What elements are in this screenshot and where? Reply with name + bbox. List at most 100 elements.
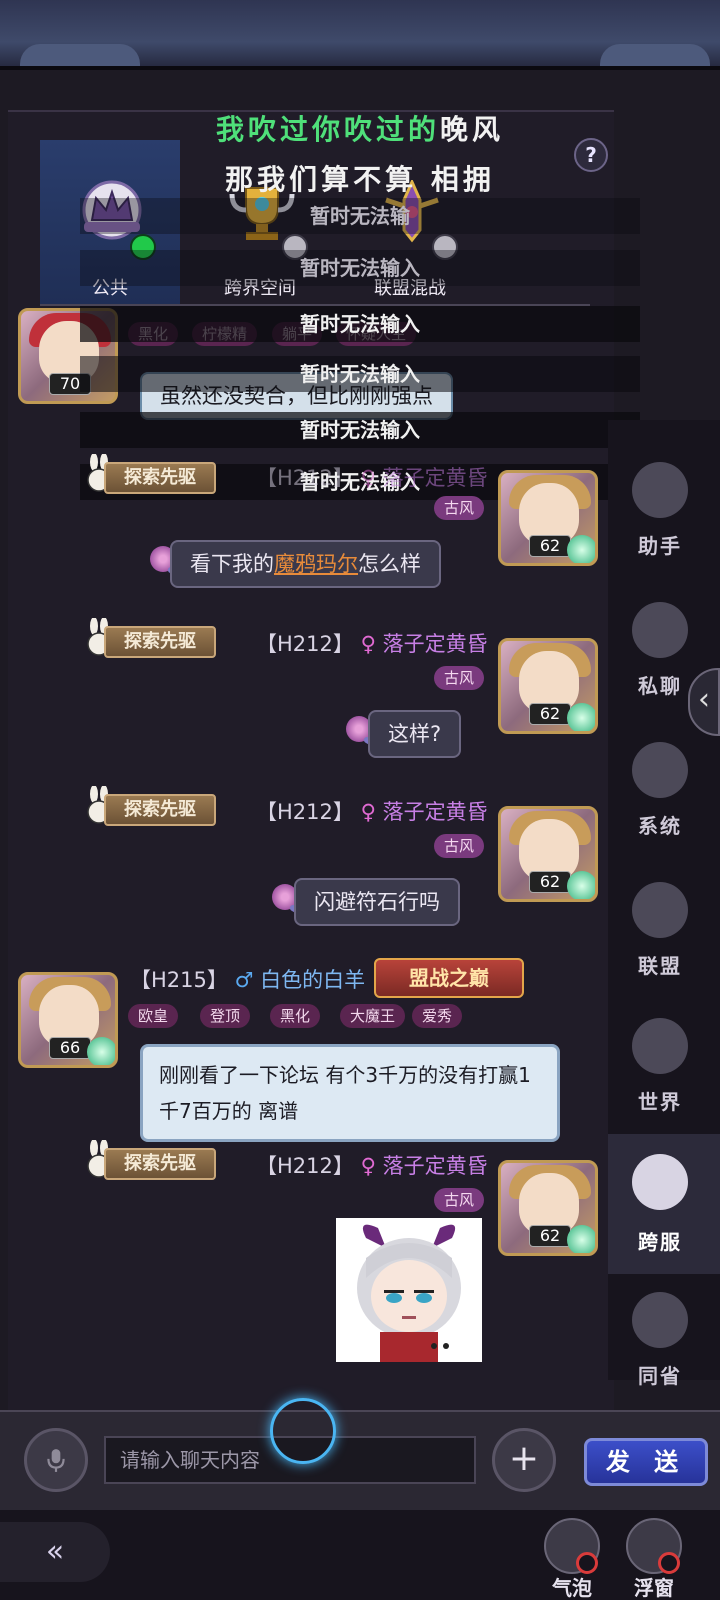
- sender-name[interactable]: 落子定黄昏: [383, 632, 488, 656]
- sender-name-line: 【H215】 ♂ 白色的白羊: [130, 964, 365, 994]
- user-tag: 古风: [434, 666, 485, 690]
- sidebar-item-system[interactable]: 系统: [608, 730, 720, 850]
- avatar-level: 62: [529, 871, 571, 893]
- message-bubble: 这样?: [368, 710, 462, 758]
- disabled-icon: [576, 1552, 598, 1574]
- lyric-line-1-white: 晚风: [440, 113, 505, 146]
- hero-link[interactable]: 魔鸦玛尔: [274, 552, 358, 576]
- bottom-bar: « 气泡 浮窗: [0, 1510, 720, 1600]
- avatar-level: 62: [529, 1225, 571, 1247]
- female-icon: ♀: [360, 1154, 376, 1178]
- top-sky-banner: [0, 0, 720, 70]
- user-avatar[interactable]: 62: [498, 1160, 598, 1256]
- sidebar-item-assistant[interactable]: 助手: [608, 450, 720, 570]
- bubble-toggle-button[interactable]: 气泡: [536, 1518, 608, 1600]
- sidebar-item-label: 同省: [638, 1364, 682, 1388]
- disabled-icon: [658, 1552, 680, 1574]
- send-button[interactable]: 发 送: [584, 1438, 708, 1486]
- rank-label: 探索先驱: [104, 1148, 216, 1180]
- chat-input-bar: 请输入聊天内容 + 发 送: [0, 1410, 720, 1510]
- sender-name[interactable]: 落子定黄昏: [383, 800, 488, 824]
- add-button[interactable]: +: [492, 1428, 556, 1492]
- microphone-button[interactable]: [24, 1428, 88, 1492]
- location-pin-icon: [632, 1292, 688, 1348]
- overlay-notice: 暂时无法输: [80, 198, 640, 234]
- rank-badge: 探索先驱: [84, 618, 222, 660]
- sender-name[interactable]: 落子定黄昏: [383, 1154, 488, 1178]
- sender-name-line: 【H212】 ♀ 落子定黄昏: [256, 1150, 488, 1180]
- overlay-notice: 暂时无法输入: [80, 356, 640, 392]
- rank-badge: 探索先驱: [84, 454, 222, 496]
- male-icon: ♂: [234, 968, 254, 992]
- sidebar-item-province[interactable]: 同省: [608, 1280, 720, 1400]
- chibi-girl-sticker[interactable]: [336, 1218, 482, 1362]
- title-badge: 盟战之巅: [374, 958, 524, 998]
- rank-badge: 探索先驱: [84, 1140, 222, 1182]
- message-bubble: 闪避符石行吗: [294, 878, 460, 926]
- private-chat-icon: [632, 602, 688, 658]
- server-id: 【H212】: [256, 800, 354, 824]
- banner-icon: [632, 882, 688, 938]
- user-avatar[interactable]: 66: [18, 972, 118, 1068]
- float-window-toggle-button[interactable]: 浮窗: [618, 1518, 690, 1600]
- user-avatar[interactable]: 62: [498, 638, 598, 734]
- female-icon: ♀: [360, 800, 376, 824]
- bottom-item-label: 气泡: [552, 1576, 592, 1600]
- bottom-item-label: 浮窗: [634, 1576, 674, 1600]
- lyric-line-1: 我吹过你吹过的晚风: [0, 108, 720, 148]
- user-tag: 登顶: [200, 1004, 251, 1028]
- sidebar-item-label: 联盟: [638, 954, 682, 978]
- sidebar-item-label: 跨服: [638, 1230, 682, 1254]
- user-tag: 古风: [434, 496, 485, 520]
- rank-label: 探索先驱: [104, 626, 216, 658]
- sidebar-item-label: 助手: [638, 534, 682, 558]
- female-icon: ♀: [360, 466, 376, 490]
- back-button[interactable]: «: [0, 1522, 110, 1582]
- server-id: 【H215】: [130, 968, 228, 992]
- sender-name[interactable]: 落子定黄昏: [383, 466, 488, 490]
- message-bubble: 刚刚看了一下论坛 有个3千万的没有打赢1千7百万的 离谱: [140, 1044, 560, 1142]
- avatar-level: 62: [529, 535, 571, 557]
- server-id: 【H212】: [256, 1154, 354, 1178]
- rank-badge: 探索先驱: [84, 786, 222, 828]
- sender-name-line: 【H212】 ♀ 落子定黄昏: [256, 628, 488, 658]
- server-id: 【H212】: [256, 466, 354, 490]
- chat-screen: 公共 跨界空间 联盟混战 我吹过你吹过的晚风 那我们算不算 相拥 ? 70 虽然…: [0, 0, 720, 1600]
- user-tag: 爱秀: [412, 1004, 463, 1028]
- lyric-line-1-green: 我吹过你吹过的: [215, 113, 440, 146]
- sender-name[interactable]: 白色的白羊: [260, 968, 365, 992]
- sidebar-item-alliance[interactable]: 联盟: [608, 870, 720, 990]
- rank-label: 探索先驱: [104, 794, 216, 826]
- message-bubble: 看下我的魔鸦玛尔怎么样: [170, 540, 441, 588]
- user-tag: 古风: [434, 1188, 485, 1212]
- sidebar-item-cross-server[interactable]: 跨服: [608, 1134, 720, 1274]
- rank-label: 探索先驱: [104, 462, 216, 494]
- user-tag: 黑化: [270, 1004, 321, 1028]
- user-tag: 欧皇: [128, 1004, 179, 1028]
- sidebar-item-label: 世界: [638, 1090, 682, 1114]
- female-icon: ♀: [360, 632, 376, 656]
- sidebar-item-label: 系统: [638, 814, 682, 838]
- sender-name-line: 【H212】 ♀ 落子定黄昏: [256, 462, 488, 492]
- megaphone-icon: [632, 742, 688, 798]
- overlay-notice: 暂时无法输入: [80, 250, 640, 286]
- server-id: 【H212】: [256, 632, 354, 656]
- user-tag: 古风: [434, 834, 485, 858]
- microphone-icon: [47, 1449, 65, 1472]
- sender-name-line: 【H212】 ♀ 落子定黄昏: [256, 796, 488, 826]
- message-text: 看下我的: [190, 552, 274, 576]
- planet-icon: [632, 1154, 688, 1210]
- compass-icon: [632, 1018, 688, 1074]
- overlay-notice: 暂时无法输入: [80, 306, 640, 342]
- channel-sidebar: 助手 私聊 系统 联盟 世界 跨服 同省: [608, 420, 720, 1388]
- message-text: 怎么样: [358, 552, 421, 576]
- loading-spinner-icon: [270, 1398, 336, 1464]
- user-avatar[interactable]: 62: [498, 470, 598, 566]
- overlay-notice: 暂时无法输入: [80, 412, 640, 448]
- sticker-image: [357, 1224, 461, 1362]
- user-tag: 大魔王: [340, 1004, 406, 1028]
- help-button[interactable]: ?: [574, 138, 608, 172]
- user-avatar[interactable]: 62: [498, 806, 598, 902]
- avatar-level: 62: [529, 703, 571, 725]
- sidebar-item-world[interactable]: 世界: [608, 1006, 720, 1126]
